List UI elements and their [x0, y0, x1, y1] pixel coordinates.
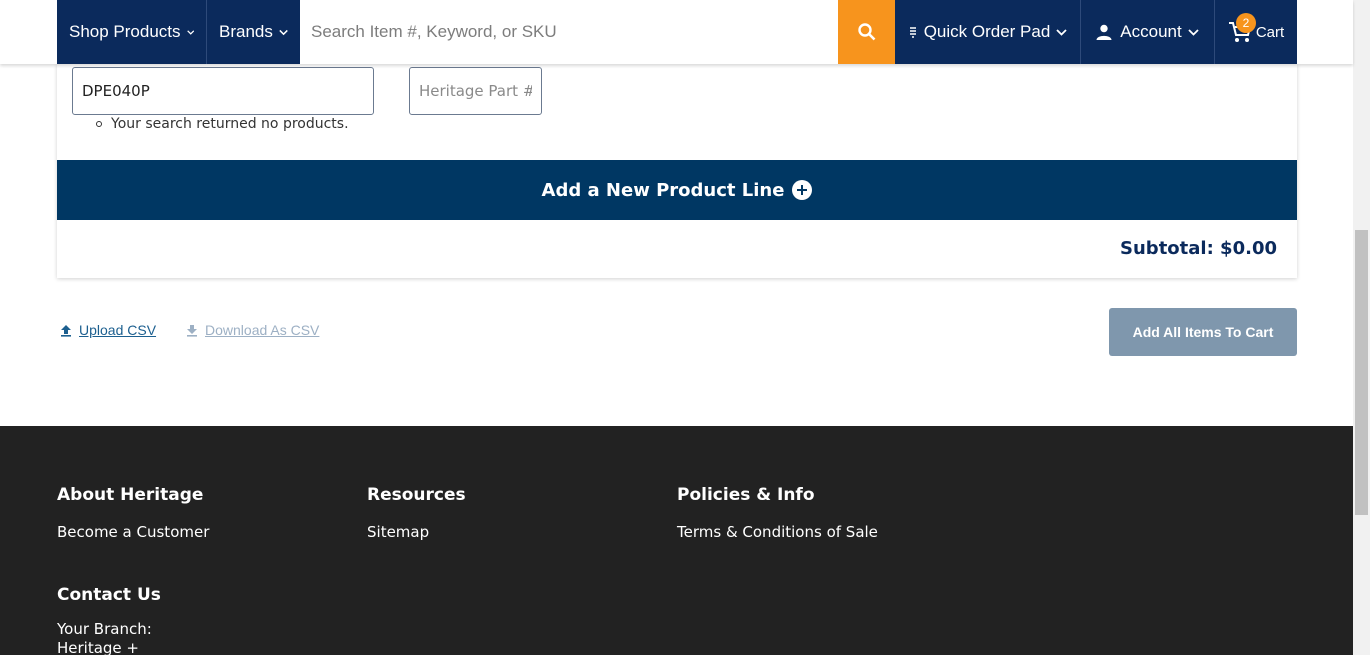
account-label: Account: [1120, 22, 1182, 41]
plus-circle-icon: [792, 180, 813, 200]
quick-order-pad-menu[interactable]: Quick Order Pad: [895, 0, 1081, 64]
download-csv-link[interactable]: Download As CSV: [186, 322, 319, 338]
resources-heading: Resources: [367, 485, 466, 505]
nav-bar: Shop Products Brands Quick Order Pad Acc…: [57, 0, 1297, 64]
contact-heading: Contact Us: [57, 585, 161, 605]
chevron-down-icon: [186, 29, 194, 35]
add-all-label: Add All Items To Cart: [1132, 324, 1274, 340]
search-icon: [857, 23, 875, 41]
subtotal: Subtotal: $0.00: [1120, 238, 1277, 259]
list-icon: [909, 27, 916, 38]
upload-icon: [61, 324, 71, 337]
brands-menu[interactable]: Brands: [207, 0, 300, 64]
shop-products-label: Shop Products: [69, 22, 181, 41]
user-icon: [1096, 24, 1112, 40]
no-results-text: Your search returned no products.: [111, 116, 349, 132]
chevron-down-icon: [1056, 28, 1067, 36]
quick-order-pad-label: Quick Order Pad: [923, 22, 1051, 41]
no-results-message: Your search returned no products.: [96, 116, 349, 132]
add-all-to-cart-button[interactable]: Add All Items To Cart: [1109, 308, 1297, 356]
account-menu[interactable]: Account: [1081, 0, 1215, 64]
become-customer-link[interactable]: Become a Customer: [57, 523, 209, 541]
terms-link[interactable]: Terms & Conditions of Sale: [677, 523, 878, 541]
policies-heading: Policies & Info: [677, 485, 815, 505]
cart-count-badge: 2: [1236, 13, 1256, 33]
brands-label: Brands: [219, 22, 273, 41]
bullet-icon: [96, 121, 102, 127]
chevron-down-icon: [1188, 28, 1199, 36]
cart-link[interactable]: 2 Cart: [1215, 0, 1297, 64]
branch-label: Your Branch:: [57, 620, 152, 638]
item-search-field[interactable]: [72, 67, 374, 115]
search-button[interactable]: [838, 0, 895, 64]
shop-products-menu[interactable]: Shop Products: [57, 0, 207, 64]
scrollbar-thumb[interactable]: [1355, 230, 1368, 515]
add-product-line-label: Add a New Product Line: [541, 179, 785, 201]
quick-order-card: Your search returned no products. Add a …: [57, 64, 1297, 278]
download-csv-label: Download As CSV: [205, 322, 320, 338]
chevron-down-icon: [279, 29, 288, 35]
sitemap-link[interactable]: Sitemap: [367, 523, 429, 541]
add-product-line-button[interactable]: Add a New Product Line: [57, 160, 1297, 220]
upload-csv-label: Upload CSV: [79, 322, 157, 338]
search-input[interactable]: [300, 0, 838, 64]
footer: About Heritage Become a Customer Resourc…: [0, 426, 1353, 655]
upload-csv-link[interactable]: Upload CSV: [60, 322, 156, 338]
heritage-part-field[interactable]: [409, 67, 542, 115]
top-navigation: Shop Products Brands Quick Order Pad Acc…: [0, 0, 1353, 64]
about-heading: About Heritage: [57, 485, 204, 505]
branch-name: Heritage +: [57, 639, 140, 655]
download-icon: [187, 324, 197, 337]
cart-label: Cart: [1255, 23, 1285, 41]
